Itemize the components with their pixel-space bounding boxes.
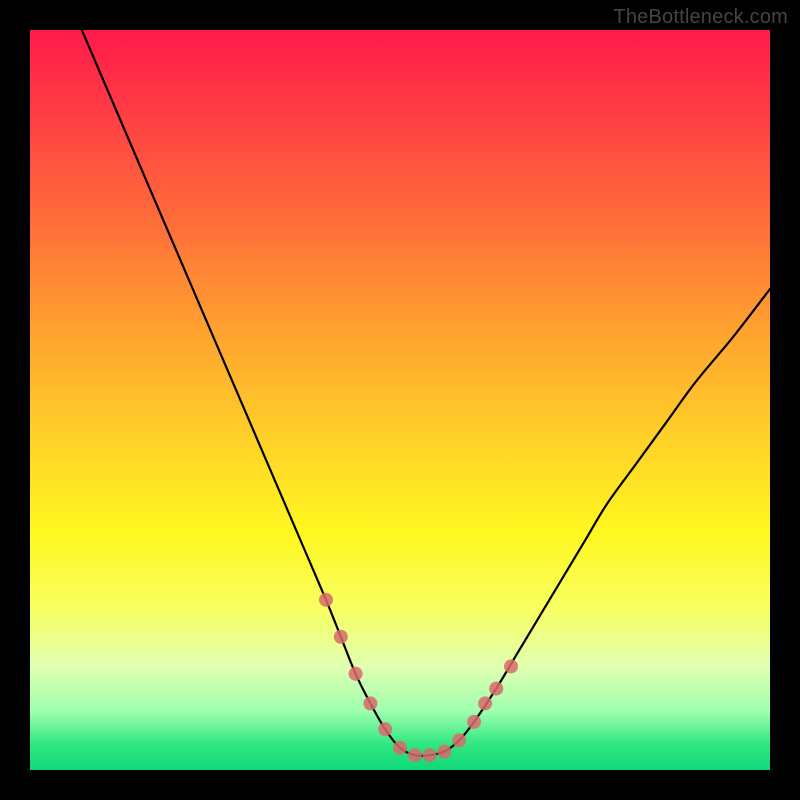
marker-dot (452, 733, 466, 747)
marker-dot (423, 748, 437, 762)
marker-dot (393, 741, 407, 755)
marker-dot (319, 593, 333, 607)
marker-dot (408, 748, 422, 762)
watermark-text: TheBottleneck.com (613, 6, 788, 29)
marker-dot (489, 682, 503, 696)
marker-dot (504, 659, 518, 673)
bottleneck-chart (30, 30, 770, 770)
chart-area (30, 30, 770, 770)
marker-dot (467, 715, 481, 729)
marker-dot (349, 667, 363, 681)
marker-dot (334, 630, 348, 644)
marker-dot (378, 722, 392, 736)
chart-frame (30, 30, 770, 770)
gradient-background (30, 30, 770, 770)
marker-dot (478, 696, 492, 710)
marker-dot (363, 696, 377, 710)
marker-dot (437, 745, 451, 759)
